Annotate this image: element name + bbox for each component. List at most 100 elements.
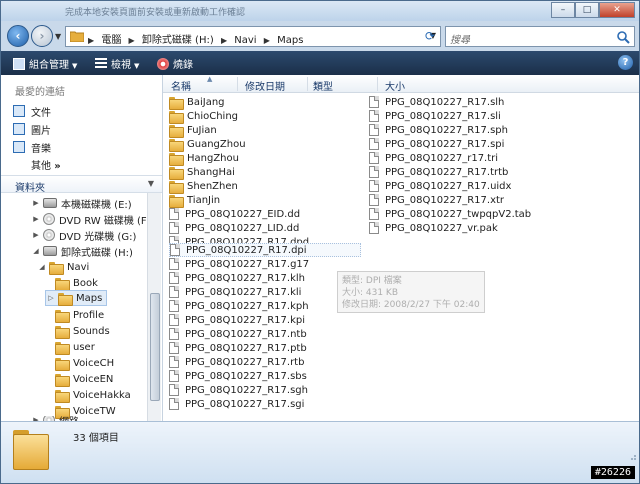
column-name[interactable]: 名稱 ▲ — [171, 75, 212, 93]
list-item[interactable]: PPG_08Q10227_R17.rtb — [169, 355, 304, 369]
folder-icon — [169, 96, 184, 110]
column-divider[interactable] — [377, 77, 378, 91]
hard-drive-icon — [43, 198, 57, 208]
breadcrumb-drive-h[interactable]: 卸除式磁碟 (H:) — [142, 35, 214, 46]
list-item[interactable]: PPG_08Q10227_LID.dd — [169, 221, 299, 235]
favorite-pictures[interactable]: 圖片 — [13, 121, 51, 137]
list-item[interactable]: PPG_08Q10227_R17.uidx — [369, 179, 511, 193]
address-bar[interactable]: ▶ 電腦 ▶ 卸除式磁碟 (H:) ▶ Navi ▶ Maps ▼ — [65, 26, 441, 47]
list-item[interactable]: PPG_08Q10227_R17.spi — [369, 137, 504, 151]
resize-grip-icon[interactable] — [627, 451, 637, 461]
list-item[interactable]: PPG_08Q10227_R17.sgi — [169, 397, 304, 411]
forward-button[interactable]: › — [31, 25, 53, 47]
list-item[interactable]: GuangZhou — [169, 137, 246, 152]
expand-icon[interactable]: ▷ — [46, 294, 56, 302]
tree-item-voicech[interactable]: VoiceCH — [55, 355, 114, 371]
list-item[interactable]: PPG_08Q10227_R17.sph — [369, 123, 508, 137]
favorite-documents[interactable]: 文件 — [13, 103, 51, 119]
collapse-icon[interactable]: ◢ — [37, 263, 47, 271]
column-type[interactable]: 類型 — [313, 78, 333, 93]
pictures-icon — [13, 123, 25, 135]
back-button[interactable]: ‹ — [7, 25, 29, 47]
column-divider[interactable] — [307, 77, 308, 91]
views-button[interactable]: 檢視 ▼ — [95, 56, 139, 71]
list-item[interactable]: PPG_08Q10227_R17.kph — [169, 299, 309, 313]
tree-item-drive-h[interactable]: ◢ 卸除式磁碟 (H:) — [31, 243, 133, 259]
tree-item-user[interactable]: user — [55, 339, 95, 355]
list-item[interactable]: PPG_08Q10227_R17.ntb — [169, 327, 307, 341]
list-item[interactable]: PPG_08Q10227_EID.dd — [169, 207, 300, 221]
list-item[interactable]: PPG_08Q10227_R17.xtr — [369, 193, 504, 207]
folder-icon — [169, 152, 184, 166]
list-item[interactable]: PPG_08Q10227_R17.kli — [169, 285, 301, 299]
organize-button[interactable]: 組合管理 ▼ — [13, 56, 77, 71]
list-item[interactable]: TianJin — [169, 193, 220, 208]
list-item[interactable]: PPG_08Q10227_R17.ptb — [169, 341, 307, 355]
column-size[interactable]: 大小 — [385, 78, 405, 93]
list-item[interactable]: ChioChing — [169, 109, 238, 124]
tree-item-drive-g[interactable]: ▶ DVD 光碟機 (G:) — [31, 227, 136, 243]
tree-item-voiceen[interactable]: VoiceEN — [55, 371, 113, 387]
tree-item-profile[interactable]: Profile — [55, 307, 104, 323]
search-input[interactable]: 搜尋 — [450, 31, 470, 46]
maximize-button[interactable]: □ — [575, 2, 599, 18]
tree-item-voicehakka[interactable]: VoiceHakka — [55, 387, 131, 403]
chevron-right-icon[interactable]: ▶ — [129, 36, 135, 45]
file-icon — [169, 300, 179, 312]
list-item[interactable]: PPG_08Q10227_R17.klh — [169, 271, 305, 285]
more-links[interactable]: 其他 » — [31, 157, 61, 172]
list-item[interactable]: PPG_08Q10227_vr.pak — [369, 221, 498, 235]
minimize-button[interactable]: – — [551, 2, 575, 18]
navigation-scrollbar[interactable] — [147, 193, 161, 421]
help-icon[interactable]: ? — [618, 55, 633, 70]
tree-item-drive-f[interactable]: ▶ DVD RW 磁碟機 (F:) I — [31, 211, 159, 227]
list-item[interactable]: FuJian — [169, 123, 217, 138]
list-item[interactable]: HangZhou — [169, 151, 239, 166]
tree-item-drive-e[interactable]: ▶ 本機磁碟機 (E:) — [31, 195, 132, 211]
collapse-icon[interactable]: ◢ — [31, 247, 41, 255]
chevron-right-icon[interactable]: ▶ — [264, 36, 270, 45]
list-item[interactable]: BaiJang — [169, 95, 225, 110]
tree-item-navi[interactable]: ◢ Navi — [37, 259, 89, 275]
list-item[interactable]: PPG_08Q10227_R17.kpi — [169, 313, 305, 327]
list-item[interactable]: PPG_08Q10227_R17.sbs — [169, 369, 307, 383]
list-item[interactable]: PPG_08Q10227_R17.dpi — [169, 243, 361, 257]
details-pane: 33 個項目 — [1, 421, 639, 483]
list-item[interactable]: ShenZhen — [169, 179, 238, 194]
search-box[interactable]: 搜尋 — [445, 26, 635, 47]
list-item[interactable]: PPG_08Q10227_R17.sgh — [169, 383, 308, 397]
tree-item-book[interactable]: Book — [55, 275, 98, 291]
list-item[interactable]: PPG_08Q10227_twpqpV2.tab — [369, 207, 531, 221]
title-bar[interactable]: 完成本地安裝頁面前安裝或重新啟動工作確認 – □ ✕ — [1, 1, 639, 21]
close-button[interactable]: ✕ — [599, 2, 635, 18]
list-item[interactable]: PPG_08Q10227_R17.trtb — [369, 165, 508, 179]
breadcrumb-computer[interactable]: 電腦 — [101, 35, 121, 46]
item-count: 33 個項目 — [73, 433, 119, 444]
file-icon — [369, 124, 379, 136]
list-item[interactable]: PPG_08Q10227_r17.tri — [369, 151, 498, 165]
burn-disc-icon — [157, 58, 169, 70]
column-divider[interactable] — [237, 77, 238, 91]
list-item[interactable]: PPG_08Q10227_R17.sli — [369, 109, 501, 123]
tree-item-maps[interactable]: ▷ Maps — [45, 290, 108, 306]
list-item[interactable]: ShangHai — [169, 165, 235, 180]
breadcrumb-maps[interactable]: Maps — [277, 35, 303, 46]
list-item[interactable]: PPG_08Q10227_R17.g17 — [169, 257, 309, 271]
chevron-right-icon[interactable]: ▶ — [221, 36, 227, 45]
expand-icon[interactable]: ▶ — [31, 199, 41, 207]
burn-button[interactable]: 燒錄 — [157, 56, 193, 71]
list-item[interactable]: PPG_08Q10227_R17.slh — [369, 95, 504, 109]
folder-icon — [13, 430, 49, 470]
file-icon — [369, 194, 379, 206]
breadcrumb-navi[interactable]: Navi — [234, 35, 256, 46]
expand-icon[interactable]: ▶ — [31, 231, 41, 239]
tree-item-sounds[interactable]: Sounds — [55, 323, 110, 339]
column-modified[interactable]: 修改日期 — [245, 78, 285, 93]
scrollbar-thumb[interactable] — [150, 293, 160, 401]
folders-header[interactable]: 資料夾 ▼ — [1, 175, 162, 194]
expand-icon[interactable]: ▶ — [31, 215, 41, 223]
refresh-icon[interactable]: ⟳ — [421, 29, 439, 45]
favorite-music[interactable]: 音樂 — [13, 139, 51, 155]
search-icon[interactable] — [616, 30, 630, 44]
recent-pages-dropdown-icon[interactable]: ▼ — [55, 32, 61, 41]
